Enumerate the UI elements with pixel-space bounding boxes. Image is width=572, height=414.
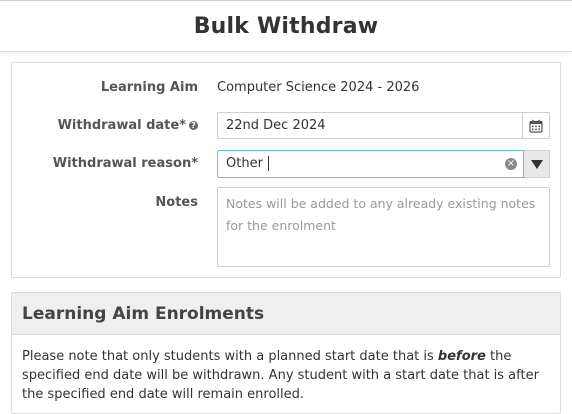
withdrawal-date-input[interactable]: 22nd Dec 2024 [217,112,550,139]
note-text-before: Please note that only students with a pl… [22,349,438,364]
clear-circle-icon[interactable]: × [505,158,517,170]
notes-label: Notes [155,195,198,210]
learning-aim-value: Computer Science 2024 - 2026 [217,80,420,95]
calendar-button[interactable] [522,113,549,138]
withdraw-form-panel: Learning Aim Computer Science 2024 - 202… [11,62,561,278]
enrolments-title: Learning Aim Enrolments [22,303,265,324]
calendar-icon [529,119,543,133]
note-emphasis: before [437,349,486,364]
page-header: Bulk Withdraw [0,0,572,52]
withdrawal-reason-label: Withdrawal reason* [52,156,198,171]
withdrawal-reason-value: Other [226,156,263,171]
enrolments-note: Please note that only students with a pl… [12,335,560,404]
learning-aim-label: Learning Aim [100,80,198,95]
text-cursor [267,156,269,171]
notes-textarea[interactable]: Notes will be added to any already exist… [217,187,550,267]
withdrawal-date-label: Withdrawal date* [57,118,186,133]
withdrawal-date-value: 22nd Dec 2024 [226,118,326,133]
enrolments-panel: Learning Aim Enrolments Please note that… [11,292,561,414]
page-title: Bulk Withdraw [193,13,379,39]
question-circle-icon[interactable]: ? [189,121,198,130]
withdrawal-reason-input[interactable]: Other × [217,150,524,178]
enrolments-header: Learning Aim Enrolments [12,293,560,335]
caret-down-icon [530,159,543,169]
withdrawal-reason-select[interactable]: Other × [217,150,550,178]
dropdown-toggle-button[interactable] [524,150,550,178]
